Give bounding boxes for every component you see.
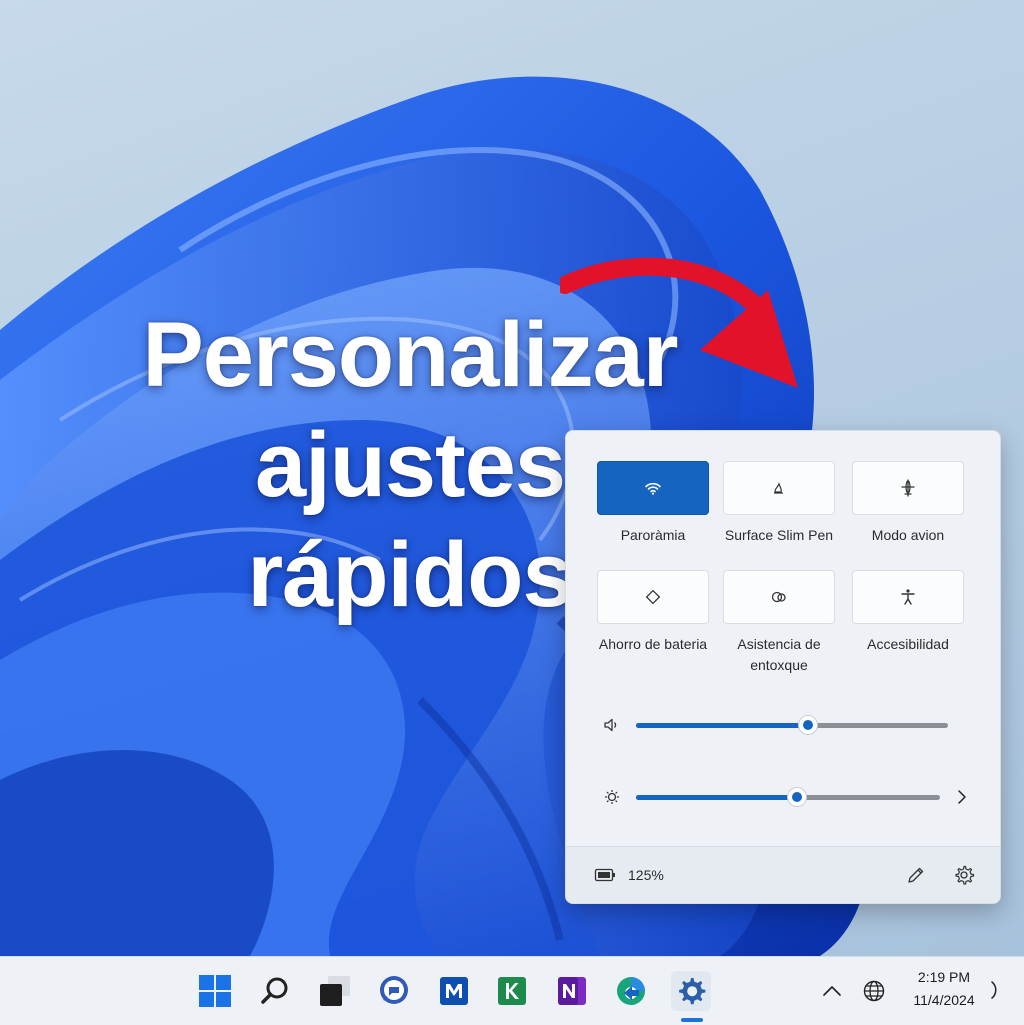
quick-settings-panel: Paroràmia Surface Slim Pen Modo avion Ah… — [565, 430, 1001, 904]
chevron-right-icon[interactable] — [952, 787, 972, 807]
clock-time[interactable]: 2:19 PM — [904, 969, 984, 985]
volume-slider-fill — [636, 723, 808, 728]
taskbar: 2:19 PM 11/4/2024 — [0, 956, 1024, 1025]
focus-assist-icon — [771, 591, 786, 603]
volume-slider[interactable] — [636, 715, 948, 735]
red-arrow-icon — [560, 257, 798, 388]
search-icon — [261, 977, 288, 1004]
airplane-icon — [901, 479, 915, 497]
brightness-icon — [605, 790, 619, 804]
quick-settings-footer: 125% — [566, 846, 1000, 903]
settings-app-button[interactable] — [671, 971, 711, 1011]
battery-percentage: 125% — [628, 867, 664, 883]
tile-airplane[interactable] — [852, 461, 964, 515]
tile-pen-label: Surface Slim Pen — [724, 527, 834, 543]
excel-icon — [498, 977, 526, 1005]
tile-battery-saver[interactable] — [597, 570, 709, 624]
wifi-icon — [645, 482, 661, 495]
brightness-slider-fill — [636, 795, 798, 800]
brightness-slider[interactable] — [636, 787, 940, 807]
tile-accessibility-label: Accesibilidad — [867, 636, 949, 652]
volume-slider-thumb[interactable] — [797, 715, 818, 735]
edge-icon — [617, 977, 645, 1005]
clock-date[interactable]: 11/4/2024 — [904, 992, 984, 1008]
chat-icon — [380, 976, 408, 1004]
onenote-button[interactable] — [552, 971, 592, 1011]
excel-button[interactable] — [492, 971, 532, 1011]
task-view-icon — [320, 976, 350, 1006]
globe-icon[interactable] — [862, 979, 886, 1003]
speaker-icon[interactable] — [602, 715, 622, 735]
tile-focus-assist-label: Asistencia de entoxque — [704, 634, 854, 676]
onenote-icon — [558, 977, 586, 1005]
tile-accessibility[interactable] — [852, 570, 964, 624]
notification-chevron-icon[interactable] — [988, 977, 1002, 1003]
pencil-icon[interactable] — [906, 865, 926, 885]
gear-icon[interactable] — [953, 864, 975, 886]
edge-button[interactable] — [611, 971, 651, 1011]
active-app-indicator — [681, 1018, 703, 1022]
start-icon — [199, 975, 231, 1007]
accessibility-icon — [901, 589, 915, 605]
tile-focus-assist-label-line-2: entoxque — [750, 657, 808, 673]
tile-focus-assist-label-line-1: Asistencia de — [737, 636, 821, 652]
tile-focus-assist[interactable] — [723, 570, 835, 624]
task-view-button[interactable] — [315, 971, 355, 1011]
pen-icon — [774, 482, 783, 494]
chevron-up-icon[interactable] — [821, 981, 843, 1001]
tile-wifi[interactable] — [597, 461, 709, 515]
brightness-slider-thumb[interactable] — [787, 787, 808, 807]
settings-app-icon — [679, 978, 706, 1005]
battery-saver-icon — [645, 589, 661, 605]
search-button[interactable] — [255, 971, 295, 1011]
tile-airplane-label: Modo avion — [871, 527, 945, 543]
outlook-button[interactable] — [434, 971, 474, 1011]
start-button[interactable] — [195, 971, 235, 1011]
tile-pen[interactable] — [723, 461, 835, 515]
outlook-icon — [440, 977, 468, 1005]
chat-button[interactable] — [374, 971, 414, 1011]
battery-icon[interactable] — [594, 865, 616, 885]
